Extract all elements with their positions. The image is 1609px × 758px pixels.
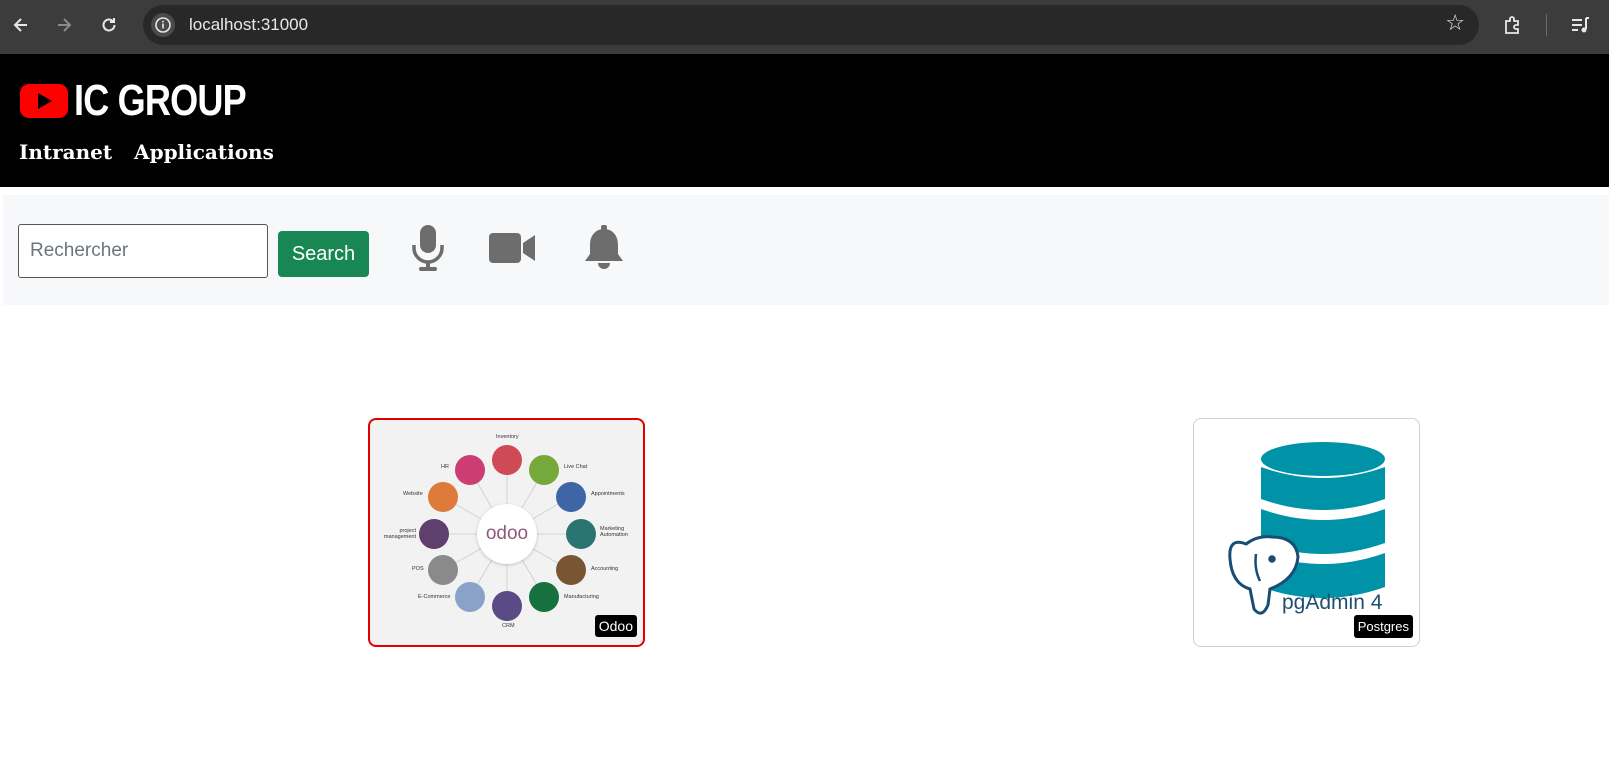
search-toolbar: Search	[3, 195, 1609, 305]
address-url[interactable]: localhost:31000	[189, 15, 308, 35]
app-label-postgres: Postgres	[1353, 615, 1413, 638]
site-info-icon[interactable]	[151, 13, 175, 37]
app-card-postgres[interactable]: pgAdmin 4 Postgres	[1193, 418, 1420, 647]
address-bar[interactable]: localhost:31000 ☆	[143, 5, 1479, 45]
app-card-odoo[interactable]: Inventory Live Chat Appointments Marketi…	[368, 418, 645, 647]
media-controls-icon[interactable]	[1567, 12, 1593, 38]
search-input[interactable]	[18, 224, 268, 278]
e-commerce-label: E-Commerce	[418, 594, 451, 600]
live-chat-module-icon	[529, 455, 559, 485]
pgadmin-logo-text: pgAdmin 4	[1282, 591, 1383, 614]
website-module-icon	[428, 482, 458, 512]
e-commerce-module-icon	[455, 582, 485, 612]
odoo-logo: odoo	[477, 504, 537, 564]
website-label: Website	[403, 491, 423, 497]
bell-icon[interactable]	[579, 225, 629, 271]
appointments-label: Appointments	[591, 491, 625, 497]
inventory-label: Inventory	[496, 434, 519, 440]
live-chat-label: Live Chat	[564, 464, 588, 470]
microphone-icon[interactable]	[403, 225, 453, 271]
inventory-module-icon	[492, 445, 522, 475]
extensions-icon[interactable]	[1500, 12, 1526, 38]
video-camera-icon[interactable]	[489, 225, 539, 271]
appointments-module-icon	[556, 482, 586, 512]
toolbar-separator	[1546, 14, 1547, 36]
manufacturing-label: Manufacturing	[564, 594, 599, 600]
marketing-automation-module-icon	[566, 519, 596, 549]
back-arrow-icon[interactable]	[8, 12, 34, 38]
pgadmin-logo-image: pgAdmin 4	[1194, 419, 1419, 646]
marketing-automation-label: Marketing Automation	[600, 526, 628, 538]
site-header: IC GROUP Intranet Applications	[0, 54, 1609, 187]
site-logo-text: IC GROUP	[74, 76, 247, 125]
crm-label: CRM	[502, 623, 515, 629]
search-button[interactable]: Search	[278, 231, 369, 277]
app-label-odoo: Odoo	[594, 615, 637, 637]
forward-arrow-icon[interactable]	[51, 12, 77, 38]
pos-label: POS	[412, 566, 424, 572]
browser-toolbar: localhost:31000 ☆	[0, 0, 1609, 54]
accounting-label: Accounting	[591, 566, 619, 572]
accounting-module-icon	[556, 555, 586, 585]
play-logo-icon	[20, 84, 68, 118]
crm-module-icon	[492, 591, 522, 621]
pos-module-icon	[428, 555, 458, 585]
project-management-label: project management	[383, 528, 416, 540]
hr-module-icon	[455, 455, 485, 485]
hr-label: HR	[441, 464, 449, 470]
odoo-modules-image: Inventory Live Chat Appointments Marketi…	[370, 420, 643, 645]
site-subtitle: Intranet Applications	[19, 140, 274, 164]
manufacturing-module-icon	[529, 582, 559, 612]
project-management-module-icon	[419, 519, 449, 549]
reload-icon[interactable]	[96, 12, 122, 38]
bookmark-star-icon[interactable]: ☆	[1445, 11, 1465, 36]
